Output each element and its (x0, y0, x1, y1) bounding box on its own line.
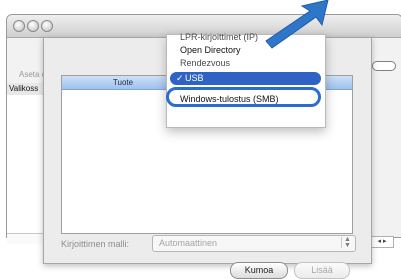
toolbar-toggle-button[interactable] (372, 61, 396, 71)
updown-arrows-icon: ▲ ▼ (341, 236, 353, 249)
close-window-button[interactable] (13, 20, 25, 32)
add-button[interactable]: Lisää (294, 262, 350, 279)
menu-item-windows-smb[interactable]: Windows-tulostus (SMB) (167, 93, 325, 106)
printer-model-value: Automaattinen (159, 238, 218, 248)
printer-model-select[interactable]: Automaattinen ▲ ▼ (152, 235, 356, 252)
pointer-arrow-icon (265, 0, 329, 49)
checkmark-icon: ✓ (176, 73, 184, 83)
minimize-window-button[interactable] (27, 20, 39, 32)
zoom-window-button[interactable] (41, 20, 53, 32)
printer-model-label: Kirjoittimen malli: (61, 239, 130, 249)
arrow-shape (265, 0, 329, 49)
cancel-button[interactable]: Kumoa (230, 262, 288, 279)
menu-item-usb[interactable]: ✓ USB (170, 72, 321, 85)
menu-item-rendezvous[interactable]: Rendezvous (167, 57, 325, 70)
background-scroll-buttons[interactable]: ◂ ▸ (370, 236, 394, 248)
add-printer-sheet: Tuote Laji Kirjoittimen malli: Automaatt… (43, 32, 372, 279)
